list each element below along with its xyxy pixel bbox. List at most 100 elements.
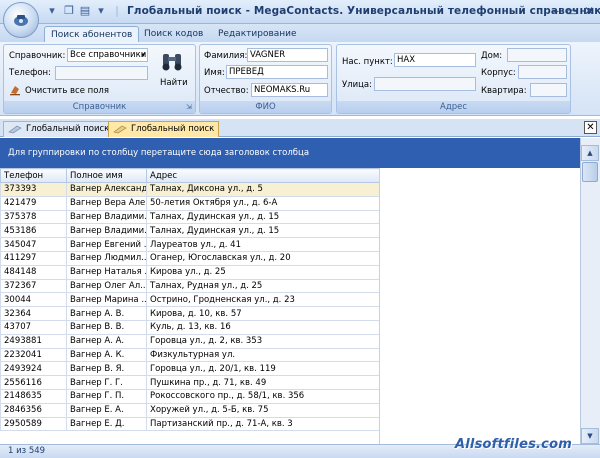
cell-full-name[interactable]: Вагнер А. А. [66, 333, 147, 349]
cell-phone[interactable]: 32364 [0, 306, 67, 321]
table-row[interactable]: 2232041 Вагнер А. К. Физкультурная ул. [0, 347, 380, 363]
table-row[interactable]: 43707 Вагнер В. В. Куль, д. 13, кв. 16 [0, 319, 380, 335]
find-button[interactable]: Найти [160, 78, 188, 88]
cell-address[interactable]: Талнах, Дудинская ул., д. 15 [146, 209, 380, 225]
surname-input[interactable]: VAGNER [247, 48, 328, 62]
building-input[interactable] [518, 65, 567, 79]
table-row[interactable]: 2556116 Вагнер Г. Г. Пушкина пр., д. 71, к… [0, 375, 380, 390]
cell-address[interactable]: Куль, д. 13, кв. 16 [146, 319, 380, 335]
city-input[interactable]: HAX [394, 53, 476, 67]
column-header-full-name[interactable]: Полное имя [66, 168, 147, 183]
cell-full-name[interactable]: Вагнер Г. Г. [66, 375, 147, 390]
table-row[interactable]: 411297 Вагнер Людмил... Оганер, Югославска… [0, 250, 380, 266]
vertical-scrollbar[interactable] [580, 138, 600, 444]
table-row[interactable]: 32364 Вагнер А. В. Кирова, д. 10, кв. 57 [0, 306, 380, 321]
cell-phone[interactable]: 411297 [0, 250, 67, 266]
apartment-input[interactable] [530, 83, 567, 97]
table-row[interactable]: 2846356 Вагнер Е. А. Хоружей ул., д. 5-Б, … [0, 402, 380, 418]
doc-tab-global-search-1[interactable]: Глобальный поиск [3, 121, 115, 137]
cell-phone[interactable]: 2493924 [0, 361, 67, 377]
cell-address[interactable]: Партизанский пр., д. 71-А, кв. 3 [146, 416, 380, 432]
minimize-button[interactable]: – [548, 3, 564, 19]
cell-full-name[interactable]: Вагнер Евгений ... [66, 237, 147, 252]
column-header-address[interactable]: Адрес [146, 168, 380, 183]
table-row[interactable]: 453186 Вагнер Владими... Талнах, Дудинская… [0, 223, 380, 239]
cell-full-name[interactable]: Вагнер В. Я. [66, 361, 147, 377]
cell-full-name[interactable]: Вагнер Г. П. [66, 388, 147, 404]
patronymic-input[interactable]: NEOMAKS.Ru [251, 83, 328, 97]
table-row[interactable]: 2493881 Вагнер А. А. Горовца ул., д. 2, кв… [0, 333, 380, 349]
cell-full-name[interactable]: Вагнер Е. А. [66, 402, 147, 418]
cell-address[interactable]: Оганер, Югославская ул., д. 20 [146, 250, 380, 266]
table-row[interactable]: 2950589 Вагнер Е. Д. Партизанский пр., д. … [0, 416, 380, 432]
cell-full-name[interactable]: Вагнер В. В. [66, 319, 147, 335]
cell-address[interactable]: Кирова ул., д. 25 [146, 264, 380, 280]
cell-address[interactable]: Горовца ул., д. 2, кв. 353 [146, 333, 380, 349]
dialog-launcher-icon[interactable]: ⇲ [186, 103, 192, 111]
group-by-panel[interactable]: Для группировки по столбцу перетащите сю… [0, 138, 580, 168]
cell-phone[interactable]: 345047 [0, 237, 67, 252]
cell-full-name[interactable]: Вагнер Владими... [66, 223, 147, 239]
cell-phone[interactable]: 372367 [0, 278, 67, 294]
scrollbar-thumb[interactable] [582, 162, 598, 182]
tab-editing[interactable]: Редактирование [212, 26, 303, 42]
clear-all-fields-button[interactable]: Очистить все поля [25, 86, 109, 96]
scroll-up-button[interactable]: ▲ [581, 145, 599, 161]
cell-address[interactable]: Хоружей ул., д. 5-Б, кв. 75 [146, 402, 380, 418]
cell-full-name[interactable]: Вагнер Е. Д. [66, 416, 147, 432]
cell-phone[interactable]: 373393 [0, 182, 67, 197]
cell-phone[interactable]: 2493881 [0, 333, 67, 349]
cell-full-name[interactable]: Вагнер А. В. [66, 306, 147, 321]
table-row[interactable]: 372367 Вагнер Олег Ал... Талнах, Рудная ул… [0, 278, 380, 294]
table-row[interactable]: 2148635 Вагнер Г. П. Рокоссовского пр., д.… [0, 388, 380, 404]
cell-full-name[interactable]: Вагнер Олег Ал... [66, 278, 147, 294]
tab-search-codes[interactable]: Поиск кодов [138, 26, 209, 42]
close-tab-icon[interactable]: ✕ [584, 121, 597, 134]
cell-full-name[interactable]: Вагнер Александ... [66, 182, 147, 197]
cell-phone[interactable]: 484148 [0, 264, 67, 280]
cell-full-name[interactable]: Вагнер Владими... [66, 209, 147, 225]
cell-address[interactable]: 50-летия Октября ул., д. 6-А [146, 195, 380, 211]
cell-phone[interactable]: 453186 [0, 223, 67, 239]
cell-full-name[interactable]: Вагнер Наталья ... [66, 264, 147, 280]
cell-phone[interactable]: 375378 [0, 209, 67, 225]
cell-address[interactable]: Рокоссовского пр., д. 58/1, кв. 356 [146, 388, 380, 404]
scroll-down-button[interactable]: ▼ [581, 428, 599, 444]
restore-button[interactable]: ▭ [564, 3, 580, 19]
column-header-phone[interactable]: Телефон [0, 168, 67, 183]
name-input[interactable]: ПРЕВЕД [226, 65, 328, 79]
cell-phone[interactable]: 43707 [0, 319, 67, 335]
tab-search-subscribers[interactable]: Поиск абонентов [44, 26, 140, 42]
table-row[interactable]: 30044 Вагнер Марина ... Острино, Гродненск… [0, 292, 380, 308]
cell-full-name[interactable]: Вагнер А. К. [66, 347, 147, 363]
cell-address[interactable]: Пушкина пр., д. 71, кв. 49 [146, 375, 380, 390]
cell-full-name[interactable]: Вагнер Вера Але... [66, 195, 147, 211]
cell-address[interactable]: Талнах, Дудинская ул., д. 15 [146, 223, 380, 239]
cell-phone[interactable]: 2232041 [0, 347, 67, 363]
cell-address[interactable]: Физкультурная ул. [146, 347, 380, 363]
cell-phone[interactable]: 421479 [0, 195, 67, 211]
quick-copy-icon[interactable]: ❐ [62, 4, 76, 18]
cell-full-name[interactable]: Вагнер Марина ... [66, 292, 147, 308]
cell-address[interactable]: Лауреатов ул., д. 41 [146, 237, 380, 252]
cell-phone[interactable]: 2846356 [0, 402, 67, 418]
doc-tab-global-search-2[interactable]: Глобальный поиск [108, 121, 220, 137]
cell-address[interactable]: Острино, Гродненская ул., д. 23 [146, 292, 380, 308]
table-row[interactable]: 375378 Вагнер Владими... Талнах, Дудинская… [0, 209, 380, 225]
house-input[interactable] [507, 48, 567, 62]
directory-select[interactable]: Все справочники ▾ [67, 48, 148, 62]
cell-phone[interactable]: 2148635 [0, 388, 67, 404]
street-input[interactable] [374, 77, 476, 91]
cell-address[interactable]: Талнах, Рудная ул., д. 25 [146, 278, 380, 294]
quick-access-dropdown-icon[interactable]: ▾ [45, 4, 59, 18]
quick-paste-icon[interactable]: ▤ [78, 4, 92, 18]
app-menu-button[interactable] [3, 2, 39, 38]
table-row[interactable]: 345047 Вагнер Евгений ... Лауреатов ул., д… [0, 237, 380, 252]
cell-address[interactable]: Кирова, д. 10, кв. 57 [146, 306, 380, 321]
table-row[interactable]: 2493924 Вагнер В. Я. Горовца ул., д. 20/1,… [0, 361, 380, 377]
quick-customize-icon[interactable]: ▾ [94, 4, 108, 18]
close-button[interactable]: ✕ [581, 3, 597, 19]
table-row[interactable]: 484148 Вагнер Наталья ... Кирова ул., д. 2… [0, 264, 380, 280]
table-row[interactable]: 373393Вагнер Александ...Талнах, Диксона … [0, 182, 380, 197]
table-row[interactable]: 421479 Вагнер Вера Але... 50-летия Октября… [0, 195, 380, 211]
